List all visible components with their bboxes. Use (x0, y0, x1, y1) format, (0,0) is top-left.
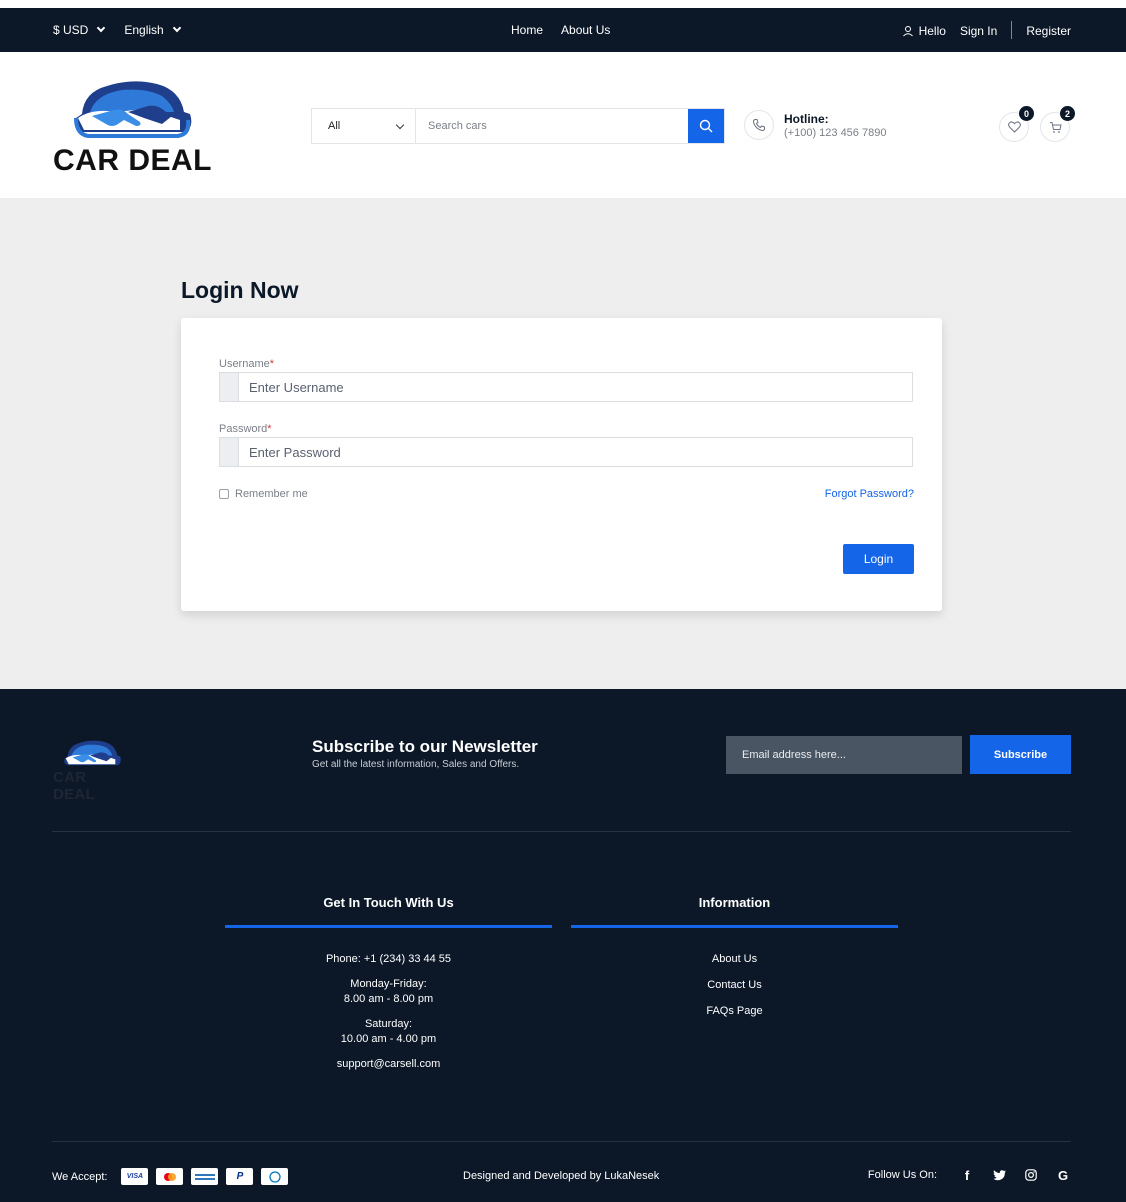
login-form: Username* Password* Remember me Forgot P… (181, 318, 942, 611)
password-field (219, 437, 913, 467)
we-accept-label: We Accept: (52, 1170, 108, 1183)
category-select[interactable]: All (312, 109, 416, 143)
weekday-label: Monday-Friday: (350, 978, 427, 990)
remember-label: Remember me (235, 488, 308, 500)
title-underline (571, 925, 898, 928)
chevron-down-icon (172, 23, 181, 33)
footer-logo[interactable]: CAR DEAL (52, 737, 132, 803)
nav-about-link[interactable]: About Us (561, 23, 610, 37)
diners-club-icon (261, 1168, 289, 1185)
currency-selector[interactable]: $ USD (53, 23, 106, 37)
cart-icon (1049, 121, 1062, 133)
hotline-number: (+100) 123 456 7890 (784, 126, 887, 139)
newsletter-subtitle: Get all the latest information, Sales an… (312, 759, 520, 770)
required-mark: * (267, 423, 272, 435)
footer-divider (52, 1141, 1071, 1142)
hotline: Hotline: (+100) 123 456 7890 (744, 110, 886, 140)
footer-divider (52, 831, 1071, 832)
hotline-label: Hotline: (784, 111, 829, 126)
cart-count-badge: 2 (1060, 106, 1075, 121)
newsletter-title: Subscribe to our Newsletter (312, 737, 538, 756)
username-input[interactable] (239, 373, 912, 401)
weekday-hours: 8.00 am - 8.00 pm (343, 993, 434, 1005)
password-label: Password* (219, 423, 272, 435)
mastercard-icon (156, 1168, 184, 1185)
saturday-hours: 10.00 am - 4.00 pm (340, 1033, 437, 1045)
footer-logo-text: CAR DEAL (53, 769, 96, 803)
contact-email[interactable]: support@carsell.com (225, 1057, 552, 1072)
phone-icon (744, 110, 774, 140)
password-input[interactable] (239, 438, 912, 466)
remember-me[interactable]: Remember me (219, 488, 308, 500)
contact-phone: Phone: +1 (234) 33 44 55 (325, 953, 452, 965)
footer-link-about-us[interactable]: About Us (571, 952, 898, 967)
username-label-text: Username (219, 358, 270, 370)
contact-title: Get In Touch With Us (323, 895, 454, 910)
wishlist-button[interactable]: 0 (999, 106, 1034, 142)
page-title: Login Now (181, 277, 299, 303)
required-mark: * (269, 358, 275, 370)
user-icon (902, 26, 913, 37)
category-value: All (328, 120, 341, 132)
username-label: Username* (219, 358, 274, 370)
login-section: Login Now Username* Password* Remember m… (0, 198, 1126, 689)
title-underline (225, 925, 552, 928)
divider (1011, 21, 1013, 39)
register-link[interactable]: Register (1026, 24, 1071, 38)
username-field (219, 372, 913, 402)
car-handshake-logo-icon (74, 81, 192, 138)
logo-text: CAR DEAL (53, 144, 212, 177)
search-button[interactable] (688, 109, 724, 143)
footer-bottom-bar: We Accept: VISA P Designed and Developed… (52, 1164, 1071, 1188)
search-input[interactable] (416, 109, 688, 143)
footer-link-contact-us[interactable]: Contact Us (571, 978, 898, 993)
language-label: English (124, 23, 164, 37)
visa-icon: VISA (121, 1168, 149, 1185)
credit-text: Designed and Developed by LukaNesek (463, 1170, 660, 1182)
footer-link-faqs[interactable]: FAQs Page (571, 1004, 898, 1019)
search-bar: All (311, 108, 725, 144)
facebook-icon[interactable]: f (959, 1167, 975, 1183)
login-button[interactable]: Login (843, 544, 914, 574)
information-title: Information (698, 895, 771, 910)
chevron-down-icon (97, 23, 106, 33)
sign-in-link[interactable]: Sign In (960, 24, 997, 38)
language-selector[interactable]: English (124, 23, 181, 37)
greeting-text: Hello (918, 24, 946, 38)
password-label-text: Password (219, 423, 268, 435)
payment-methods: We Accept: VISA P (52, 1168, 289, 1185)
instagram-icon[interactable] (1023, 1167, 1039, 1183)
input-addon (220, 373, 239, 401)
input-addon (220, 438, 239, 466)
google-icon[interactable]: G (1055, 1167, 1071, 1183)
wishlist-count-badge: 0 (1019, 106, 1034, 121)
paypal-icon: P (226, 1168, 254, 1185)
newsletter-email-input[interactable] (726, 736, 962, 774)
footer: CAR DEAL Subscribe to our Newsletter Get… (0, 689, 1126, 1202)
currency-label: $ USD (53, 23, 89, 37)
site-logo[interactable]: CAR DEAL (52, 74, 212, 178)
social-links: Follow Us On: f G (868, 1167, 1071, 1183)
search-icon (699, 119, 713, 133)
top-bar: $ USD English Home About Us Hello Sign I… (0, 8, 1126, 52)
american-express-icon (191, 1168, 219, 1185)
subscribe-button[interactable]: Subscribe (970, 735, 1071, 774)
cart-button[interactable]: 2 (1040, 106, 1075, 142)
car-handshake-logo-icon (64, 740, 121, 766)
information-column: Information About Us Contact Us FAQs Pag… (571, 895, 898, 1030)
follow-label: Follow Us On: (867, 1169, 937, 1181)
remember-checkbox[interactable] (219, 489, 229, 499)
contact-column: Get In Touch With Us Phone: +1 (234) 33 … (225, 895, 552, 1082)
heart-icon (1007, 121, 1021, 133)
chevron-down-icon (395, 120, 405, 130)
saturday-label: Saturday: (364, 1018, 413, 1030)
nav-home-link[interactable]: Home (511, 23, 543, 37)
header: CAR DEAL All Hotline: (+100) 123 456 789… (0, 52, 1126, 198)
forgot-password-link[interactable]: Forgot Password? (825, 488, 914, 500)
twitter-icon[interactable] (991, 1167, 1007, 1183)
